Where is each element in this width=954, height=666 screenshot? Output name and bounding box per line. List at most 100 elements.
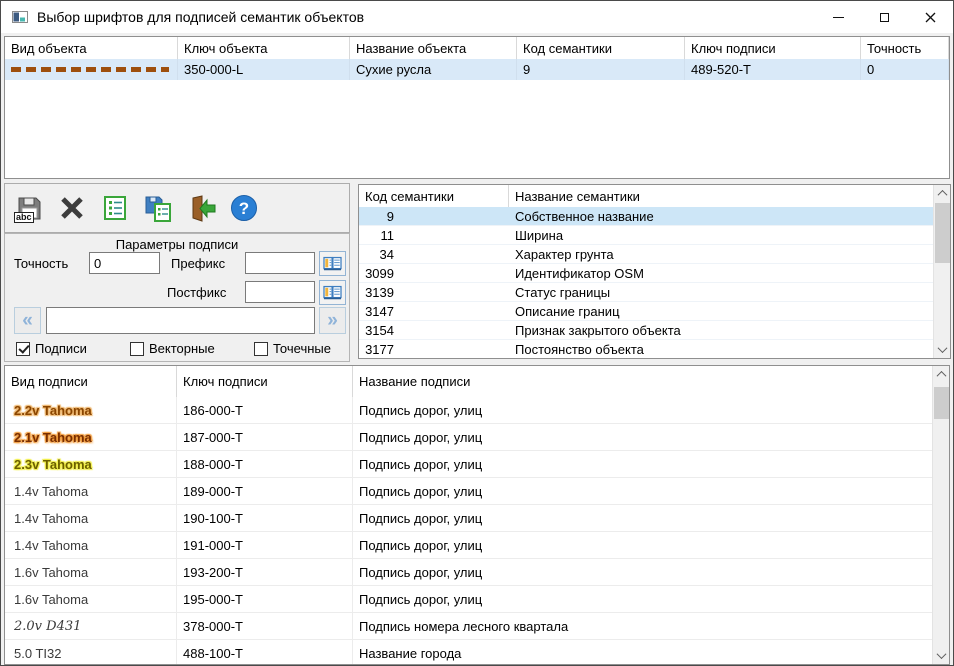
label-row[interactable]: 1.4v Tahoma 191-000-Т Подпись дорог, ули…: [5, 532, 934, 559]
col-label-view: Вид подписи: [5, 366, 177, 397]
semantics-table: Код семантики Название семантики 9Собств…: [358, 184, 951, 359]
checkbox-labels[interactable]: Подписи: [16, 341, 87, 356]
object-table-header: Вид объекта Ключ объекта Название объект…: [5, 37, 949, 59]
col-label-key: Ключ подписи: [685, 37, 861, 59]
font-sample: 1.4v Tahoma: [14, 511, 88, 526]
semantic-row[interactable]: 3099Идентификатор OSM: [359, 264, 935, 283]
col-precision: Точность: [861, 37, 949, 59]
font-sample: 2.2v Tahoma: [14, 403, 92, 418]
checkbox-point[interactable]: Точечные: [254, 341, 331, 356]
abc-label: abc: [14, 212, 34, 223]
save-attributes-button[interactable]: abc: [13, 191, 45, 225]
prefix-picker-button[interactable]: [319, 251, 346, 276]
checkbox-box[interactable]: [130, 342, 144, 356]
label-row[interactable]: 2.1v Tahoma 187-000-Т Подпись дорог, ули…: [5, 424, 934, 451]
label-row[interactable]: 1.6v Tahoma 195-000-Т Подпись дорог, ули…: [5, 586, 934, 613]
checkbox-box[interactable]: [16, 342, 30, 356]
titlebar: Выбор шрифтов для подписей семантик объе…: [1, 1, 953, 33]
precision-input[interactable]: [89, 252, 160, 274]
minimize-button[interactable]: [815, 1, 861, 33]
postfix-picker-button[interactable]: [319, 280, 346, 305]
save-list-icon: [144, 195, 172, 222]
delete-x-icon: [59, 195, 85, 221]
nav-text-input[interactable]: [46, 307, 315, 334]
svg-text:?: ?: [239, 199, 249, 218]
col-semantic-name: Название семантики: [509, 185, 935, 207]
chevrons-right-icon: »: [327, 311, 338, 330]
next-button[interactable]: »: [319, 307, 346, 334]
scroll-thumb[interactable]: [935, 203, 950, 263]
col-semantic-code: Код семантики: [359, 185, 509, 207]
label-row[interactable]: 5.0 TI32 488-100-Т Название города: [5, 640, 934, 665]
font-sample: 1.6v Tahoma: [14, 565, 88, 580]
font-sample: 2.0v D431: [14, 619, 81, 634]
exit-door-icon: [187, 195, 216, 222]
label-parameters-group: Параметры подписи Точность Префикс Постф…: [4, 233, 350, 362]
copy-label-list-button[interactable]: [142, 191, 174, 225]
prefix-label: Префикс: [171, 256, 225, 271]
prefix-input[interactable]: [245, 252, 315, 274]
label-row[interactable]: 2.2v Tahoma 186-000-Т Подпись дорог, ули…: [5, 397, 934, 424]
checkbox-label: Точечные: [273, 341, 331, 356]
labels-table: Вид подписи Ключ подписи Название подпис…: [4, 365, 950, 665]
object-table: Вид объекта Ключ объекта Название объект…: [4, 36, 950, 179]
semantic-row[interactable]: 11Ширина: [359, 226, 935, 245]
dashed-line-sample-icon: [11, 67, 169, 72]
group-title: Параметры подписи: [5, 237, 349, 252]
checkbox-label: Векторные: [149, 341, 215, 356]
font-sample: 1.4v Tahoma: [14, 484, 88, 499]
app-icon: [12, 9, 28, 25]
semantic-row[interactable]: 34Характер грунта: [359, 245, 935, 264]
col-semantic-code: Код семантики: [517, 37, 685, 59]
scroll-down-icon[interactable]: [933, 647, 950, 664]
chevrons-left-icon: «: [22, 311, 33, 330]
col-object-view: Вид объекта: [5, 37, 178, 59]
maximize-icon: [880, 13, 889, 22]
postfix-input[interactable]: [245, 281, 315, 303]
label-row[interactable]: 1.6v Tahoma 193-200-Т Подпись дорог, ули…: [5, 559, 934, 586]
checkbox-vector[interactable]: Векторные: [130, 341, 215, 356]
window-controls: [815, 1, 953, 33]
book-icon: [322, 284, 343, 301]
scroll-up-icon[interactable]: [934, 185, 951, 202]
scroll-up-icon[interactable]: [933, 366, 950, 383]
postfix-label: Постфикс: [167, 285, 226, 300]
font-selection-dialog: Выбор шрифтов для подписей семантик объе…: [0, 0, 954, 666]
semantic-row[interactable]: 3139Статус границы: [359, 283, 935, 302]
font-sample: 2.1v Tahoma: [14, 430, 92, 445]
semantic-row[interactable]: 9Собственное название: [359, 207, 935, 226]
maximize-button[interactable]: [861, 1, 907, 33]
semantic-row[interactable]: 3177Постоянство объекта: [359, 340, 935, 359]
window-title: Выбор шрифтов для подписей семантик объе…: [37, 9, 364, 25]
label-row[interactable]: 2.0v D431 378-000-Т Подпись номера лесно…: [5, 613, 934, 640]
label-row[interactable]: 2.3v Tahoma 188-000-Т Подпись дорог, ули…: [5, 451, 934, 478]
close-button[interactable]: [907, 1, 953, 33]
checkbox-box[interactable]: [254, 342, 268, 356]
semantics-scrollbar[interactable]: [933, 185, 950, 358]
col-label-name: Название подписи: [353, 366, 934, 397]
semantic-row[interactable]: 3147Описание границ: [359, 302, 935, 321]
list-icon: [102, 195, 128, 221]
prev-button[interactable]: «: [14, 307, 41, 334]
label-list-button[interactable]: [99, 191, 131, 225]
labels-table-header: Вид подписи Ключ подписи Название подпис…: [5, 366, 934, 397]
help-button[interactable]: ?: [228, 191, 260, 225]
label-row[interactable]: 1.4v Tahoma 190-100-Т Подпись дорог, ули…: [5, 505, 934, 532]
font-sample: 1.6v Tahoma: [14, 592, 88, 607]
col-object-name: Название объекта: [350, 37, 517, 59]
precision-label: Точность: [14, 256, 68, 271]
scroll-thumb[interactable]: [934, 387, 949, 419]
exit-button[interactable]: [185, 191, 217, 225]
label-row[interactable]: 1.4v Tahoma 189-000-Т Подпись дорог, ули…: [5, 478, 934, 505]
object-row-selected[interactable]: 350-000-L Сухие русла 9 489-520-Т 0: [5, 59, 949, 80]
semantic-row[interactable]: 3154Признак закрытого объекта: [359, 321, 935, 340]
font-sample: 1.4v Tahoma: [14, 538, 88, 553]
col-label-key: Ключ подписи: [177, 366, 353, 397]
minimize-icon: [833, 17, 844, 18]
scroll-down-icon[interactable]: [934, 341, 951, 358]
close-icon: [925, 12, 936, 23]
delete-button[interactable]: [56, 191, 88, 225]
semantics-table-header: Код семантики Название семантики: [359, 185, 935, 207]
col-object-key: Ключ объекта: [178, 37, 350, 59]
labels-scrollbar[interactable]: [932, 366, 949, 664]
